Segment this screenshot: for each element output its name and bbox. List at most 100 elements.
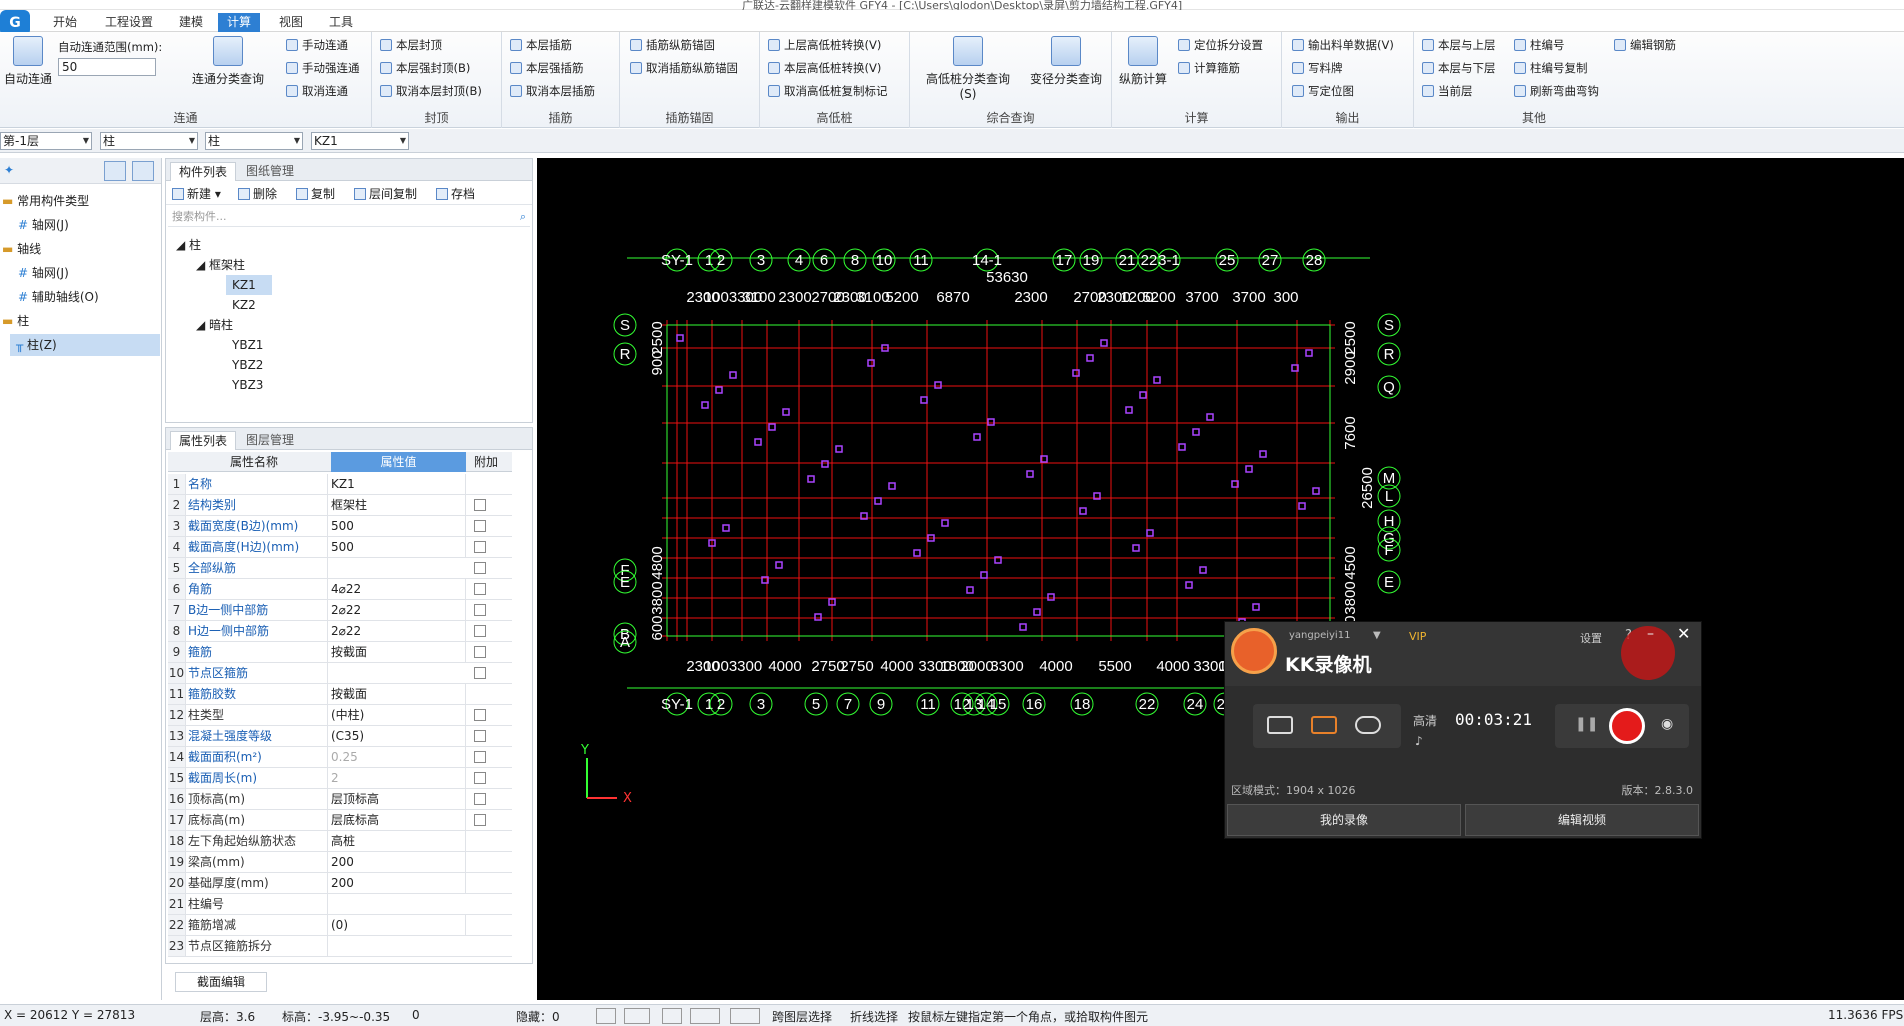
this-up-button[interactable]: 本层与上层 bbox=[1422, 36, 1496, 54]
property-row[interactable]: 15 截面周长(m) 2 bbox=[168, 768, 512, 789]
subtype-combo[interactable]: 柱 ▼ bbox=[205, 132, 303, 150]
region-mode-icon[interactable] bbox=[1311, 716, 1337, 734]
property-row[interactable]: 6 角筋 4⌀22 bbox=[168, 579, 512, 600]
cancel-anchor-button[interactable]: 取消插筋纵筋锚固 bbox=[630, 59, 738, 77]
property-row[interactable]: 13 混凝土强度等级 (C35) bbox=[168, 726, 512, 747]
screen-mode-icon[interactable] bbox=[1267, 716, 1293, 734]
add-checkbox[interactable] bbox=[474, 667, 486, 679]
nav-axis[interactable]: ▬ 轴线 bbox=[2, 238, 41, 260]
tab-property-list[interactable]: 属性列表 bbox=[170, 431, 237, 450]
tree-frame-column[interactable]: ◢ 框架柱 bbox=[196, 255, 245, 275]
property-row[interactable]: 8 H边一侧中部筋 2⌀22 bbox=[168, 621, 512, 642]
write-locate-button[interactable]: 写定位图 bbox=[1292, 82, 1354, 100]
snap-icon[interactable] bbox=[624, 1008, 650, 1024]
property-row[interactable]: 2 结构类别 框架柱 bbox=[168, 495, 512, 516]
property-row[interactable]: 7 B边一侧中部筋 2⌀22 bbox=[168, 600, 512, 621]
add-checkbox[interactable] bbox=[474, 646, 486, 658]
property-value[interactable]: (中柱) bbox=[331, 705, 466, 725]
nav-column-z[interactable]: ╥ 柱(Z) bbox=[10, 334, 160, 356]
property-value[interactable]: 层底标高 bbox=[331, 810, 466, 830]
cad-canvas[interactable]: SY-1 1 2 3 4 6 8 10 11 14-1 17 19 21 22 3-1 25 27 28 53630… bbox=[537, 158, 1904, 1000]
diam-query-button[interactable]: 变径分类查询 bbox=[1026, 36, 1106, 87]
tree-ybz3[interactable]: YBZ3 bbox=[232, 375, 263, 395]
property-row[interactable]: 1 名称 KZ1 bbox=[168, 474, 512, 495]
tree-column[interactable]: ◢ 柱 bbox=[176, 235, 201, 255]
this-down-button[interactable]: 本层与下层 bbox=[1422, 59, 1496, 77]
property-row[interactable]: 3 截面宽度(B边)(mm) 500 bbox=[168, 516, 512, 537]
chevron-down-icon[interactable]: ▼ bbox=[1373, 630, 1381, 641]
add-checkbox[interactable] bbox=[474, 499, 486, 511]
grid-view-icon[interactable] bbox=[132, 161, 154, 181]
property-row[interactable]: 17 底标高(m) 层底标高 bbox=[168, 810, 512, 831]
property-value[interactable]: 2⌀22 bbox=[331, 600, 466, 620]
add-checkbox[interactable] bbox=[474, 751, 486, 763]
menu-view[interactable]: 视图 bbox=[270, 13, 312, 32]
property-value[interactable]: 4⌀22 bbox=[331, 579, 466, 599]
current-layer-button[interactable]: 当前层 bbox=[1422, 82, 1473, 100]
pin-icon[interactable]: ✦ bbox=[4, 163, 14, 177]
refresh-hook-button[interactable]: 刷新弯曲弯钩 bbox=[1514, 82, 1599, 100]
menu-tools[interactable]: 工具 bbox=[320, 13, 362, 32]
tab-drawing-manage[interactable]: 图纸管理 bbox=[238, 162, 302, 181]
tree-hidden-column[interactable]: ◢ 暗柱 bbox=[196, 315, 233, 335]
property-value[interactable]: KZ1 bbox=[331, 474, 466, 494]
tree-ybz1[interactable]: YBZ1 bbox=[232, 335, 263, 355]
tree-kz1[interactable]: KZ1 bbox=[226, 275, 272, 295]
property-value[interactable]: 2 bbox=[331, 768, 466, 788]
calc-long-button[interactable]: 纵筋计算 bbox=[1118, 36, 1168, 87]
menu-calculate[interactable]: 计算 bbox=[218, 13, 261, 32]
col-no-button[interactable]: 柱编号 bbox=[1514, 36, 1565, 54]
add-checkbox[interactable] bbox=[474, 583, 486, 595]
fold-select-button[interactable]: 折线选择 bbox=[850, 1008, 898, 1025]
nav-column[interactable]: ▬ 柱 bbox=[2, 310, 29, 332]
game-mode-icon[interactable] bbox=[1355, 716, 1381, 734]
add-checkbox[interactable] bbox=[474, 562, 486, 574]
property-row[interactable]: 16 顶标高(m) 层顶标高 bbox=[168, 789, 512, 810]
up-convert-button[interactable]: 上层高低桩转换(V) bbox=[768, 36, 881, 54]
property-row[interactable]: 23 节点区箍筋拆分 bbox=[168, 936, 512, 957]
property-value[interactable]: 按截面 bbox=[331, 642, 466, 662]
add-checkbox[interactable] bbox=[474, 520, 486, 532]
this-convert-button[interactable]: 本层高低桩转换(V) bbox=[768, 59, 881, 77]
property-value[interactable]: 0.25 bbox=[331, 747, 466, 767]
calc-stirrup-button[interactable]: 计算箍筋 bbox=[1178, 59, 1240, 77]
type-combo[interactable]: 柱 ▼ bbox=[100, 132, 198, 150]
property-value[interactable]: 200 bbox=[331, 852, 466, 872]
property-value[interactable]: 2⌀22 bbox=[331, 621, 466, 641]
top-seal-button[interactable]: 本层封顶 bbox=[380, 36, 442, 54]
menu-project-settings[interactable]: 工程设置 bbox=[96, 13, 162, 32]
property-row[interactable]: 19 梁高(mm) 200 bbox=[168, 852, 512, 873]
camera-icon[interactable]: ◉ bbox=[1661, 716, 1673, 732]
property-row[interactable]: 9 箍筋 按截面 bbox=[168, 642, 512, 663]
property-row[interactable]: 5 全部纵筋 bbox=[168, 558, 512, 579]
component-search-input[interactable]: 搜索构件... ⌕ bbox=[168, 207, 530, 227]
tab-layer-manage[interactable]: 图层管理 bbox=[238, 431, 302, 450]
manual-connect-button[interactable]: 手动连通 bbox=[286, 36, 348, 54]
minimize-icon[interactable]: – bbox=[1647, 626, 1654, 642]
property-row[interactable]: 21 柱编号 bbox=[168, 894, 512, 915]
angle-icon[interactable] bbox=[690, 1008, 720, 1024]
cad-drawing[interactable]: SY-1 1 2 3 4 6 8 10 11 14-1 17 19 21 22 3-1 25 27 2853630… bbox=[537, 158, 1904, 1000]
kk-my-recordings-button[interactable]: 我的录像 bbox=[1227, 804, 1461, 836]
kk-edit-video-button[interactable]: 编辑视频 bbox=[1465, 804, 1699, 836]
connect-query-button[interactable]: 连通分类查询 bbox=[188, 36, 268, 87]
record-icon[interactable] bbox=[1609, 708, 1645, 744]
locate-split-button[interactable]: 定位拆分设置 bbox=[1178, 36, 1263, 54]
add-checkbox[interactable] bbox=[474, 541, 486, 553]
speaker-icon[interactable]: ♪ bbox=[1415, 734, 1423, 748]
add-checkbox[interactable] bbox=[474, 730, 486, 742]
delete-button[interactable]: 删除 bbox=[238, 185, 277, 202]
property-value[interactable]: 框架柱 bbox=[331, 495, 466, 515]
polar-icon[interactable] bbox=[730, 1008, 760, 1024]
add-checkbox[interactable] bbox=[474, 709, 486, 721]
tab-component-list[interactable]: 构件列表 bbox=[170, 162, 237, 181]
cross-layer-select-button[interactable]: 跨图层选择 bbox=[772, 1008, 832, 1025]
add-checkbox[interactable] bbox=[474, 604, 486, 616]
layer-force-insert-button[interactable]: 本层强插筋 bbox=[510, 59, 584, 77]
cancel-insert-button[interactable]: 取消本层插筋 bbox=[510, 82, 595, 100]
add-checkbox[interactable] bbox=[474, 625, 486, 637]
property-row[interactable]: 12 柱类型 (中柱) bbox=[168, 705, 512, 726]
floor-combo[interactable]: 第-1层 ▼ bbox=[0, 132, 92, 150]
kk-user[interactable]: yangpeiyi11 bbox=[1289, 630, 1350, 641]
add-checkbox[interactable] bbox=[474, 772, 486, 784]
